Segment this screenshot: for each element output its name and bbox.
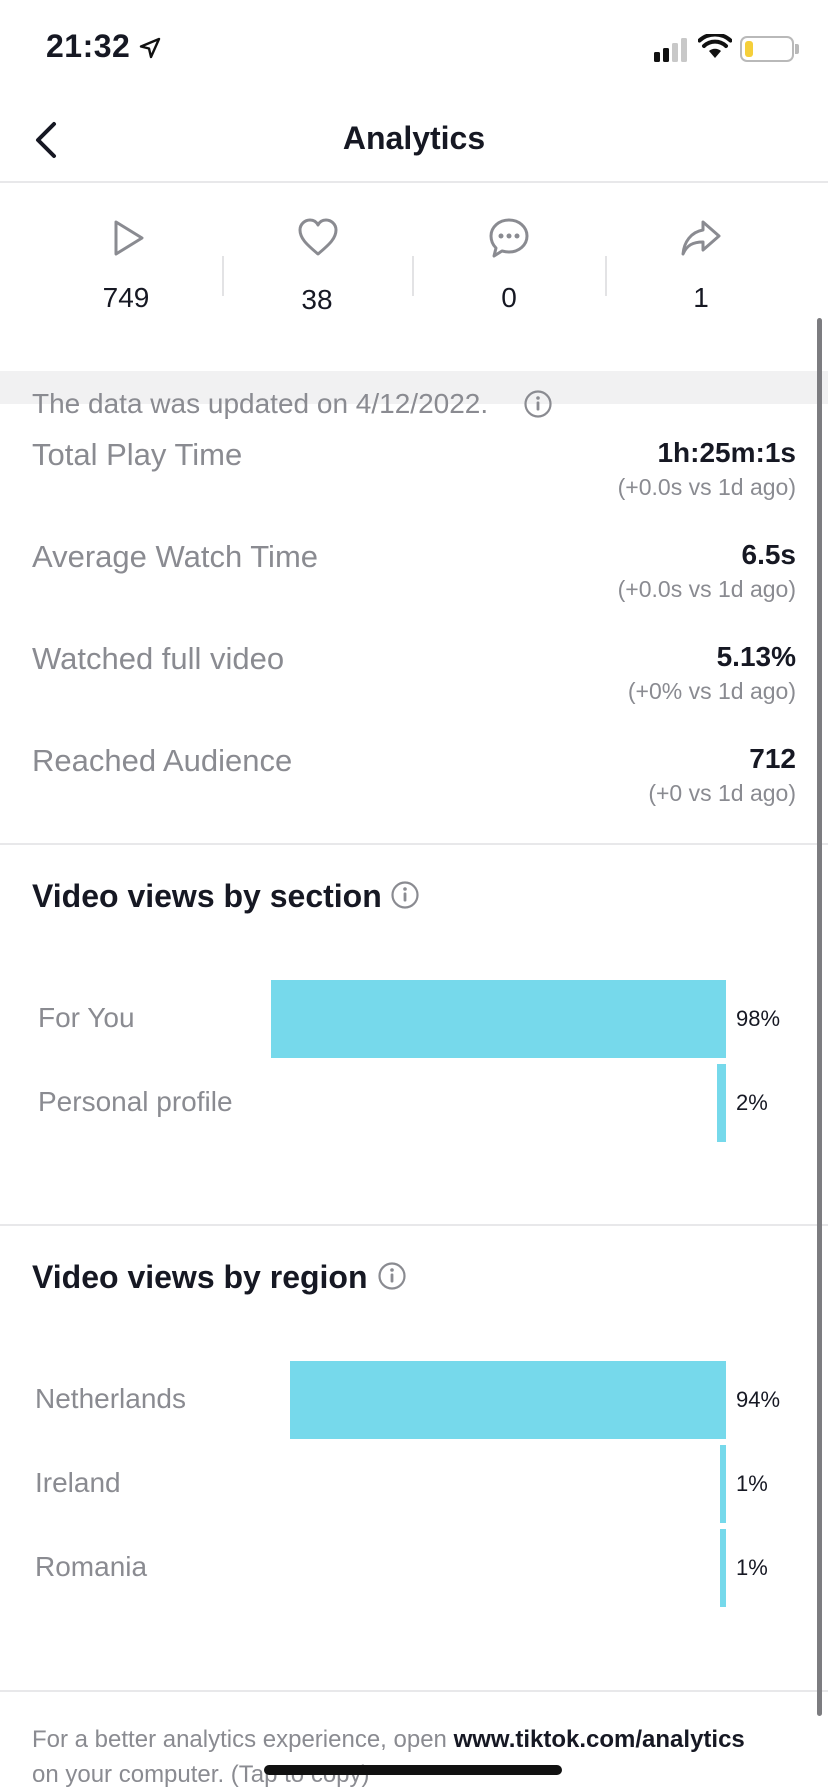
metric-delta: (+0 vs 1d ago) — [648, 780, 796, 806]
battery-icon — [740, 36, 794, 62]
home-indicator — [264, 1765, 562, 1775]
bar-percent: 1% — [736, 1471, 768, 1496]
bar — [290, 1361, 726, 1439]
section-divider — [0, 1690, 828, 1692]
status-time: 21:32 — [46, 28, 131, 64]
cellular-signal-icon — [654, 38, 687, 62]
metric-value: 5.13% — [716, 641, 796, 672]
metric-label: Watched full video — [32, 641, 285, 676]
shares-count: 1 — [693, 282, 709, 313]
analytics-link[interactable]: www.tiktok.com/analytics — [454, 1726, 745, 1753]
comments-count: 0 — [501, 282, 517, 313]
header-divider — [0, 181, 828, 183]
plays-count: 749 — [102, 282, 150, 313]
page-title: Analytics — [342, 120, 486, 156]
stat-divider — [222, 256, 224, 296]
section-divider — [0, 843, 828, 845]
bar — [720, 1445, 726, 1523]
bar — [720, 1529, 726, 1607]
bar-label: For You — [38, 1002, 135, 1033]
metric-value: 1h:25m:1s — [657, 437, 796, 468]
bar — [717, 1064, 726, 1142]
update-notice: The data was updated on 4/12/2022. — [32, 388, 489, 419]
info-icon[interactable] — [390, 880, 420, 910]
stat-divider — [412, 256, 414, 296]
metric-delta: (+0.0s vs 1d ago) — [617, 474, 796, 500]
section-title: Video views by section — [32, 878, 382, 914]
heart-icon — [298, 218, 338, 256]
wifi-icon — [698, 34, 732, 58]
scrollbar[interactable] — [817, 318, 822, 1716]
info-icon[interactable] — [377, 1261, 407, 1291]
likes-count: 38 — [301, 284, 333, 315]
bar-label: Ireland — [35, 1467, 121, 1498]
metric-label: Reached Audience — [32, 743, 293, 778]
play-icon — [114, 220, 144, 256]
stat-divider — [605, 256, 607, 296]
section-divider — [0, 1224, 828, 1226]
bar-label: Netherlands — [35, 1383, 186, 1414]
info-icon[interactable] — [523, 389, 553, 419]
section-title: Video views by region — [32, 1259, 368, 1295]
footer-text: For a better analytics experience, open — [32, 1726, 454, 1753]
bar-percent: 94% — [736, 1387, 781, 1412]
bar-percent: 98% — [736, 1006, 781, 1031]
bar-percent: 1% — [736, 1555, 768, 1580]
comment-icon — [489, 218, 529, 258]
footer-note[interactable]: For a better analytics experience, open … — [32, 1722, 792, 1792]
metric-value: 6.5s — [741, 539, 797, 570]
metric-delta: (+0.0s vs 1d ago) — [617, 576, 796, 602]
metric-delta: (+0% vs 1d ago) — [627, 678, 796, 704]
bar-label: Personal profile — [38, 1086, 233, 1117]
bar-percent: 2% — [736, 1090, 768, 1115]
share-icon — [681, 220, 721, 256]
metric-label: Total Play Time — [32, 437, 243, 472]
battery-nub — [795, 44, 799, 54]
bar — [271, 980, 726, 1058]
metric-value: 712 — [749, 743, 796, 774]
location-arrow-icon — [139, 37, 161, 59]
metric-label: Average Watch Time — [32, 539, 319, 574]
bar-label: Romania — [35, 1551, 148, 1582]
